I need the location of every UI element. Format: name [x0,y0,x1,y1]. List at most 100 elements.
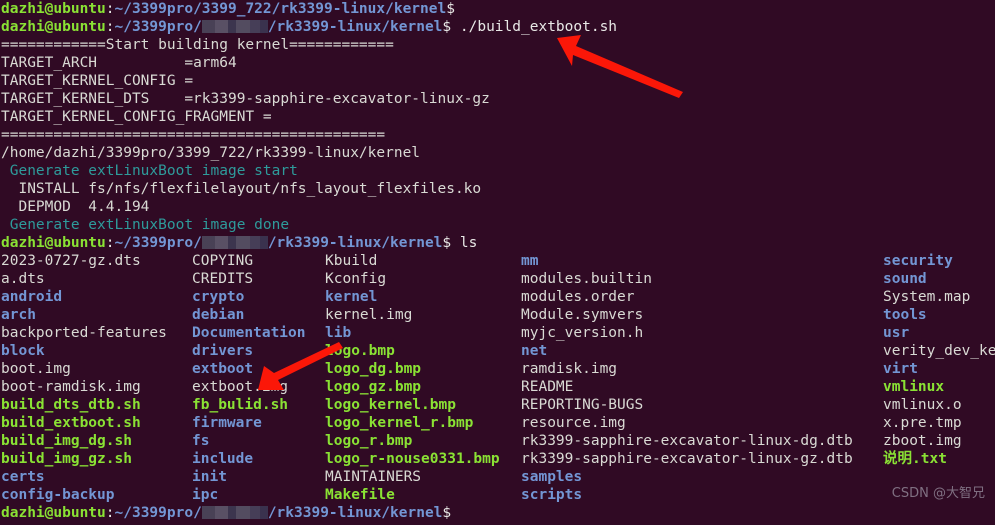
ls-entry: MAINTAINERS [325,469,422,485]
ls-entry: mm [521,253,539,269]
target-var-row: TARGET_KERNEL_CONFIG = [0,72,995,90]
ls-entry: logo_gz.bmp [325,379,422,395]
target-var-row: TARGET_KERNEL_CONFIG_FRAGMENT = [0,108,995,126]
ls-entry: fb_bulid.sh [192,397,289,413]
prompt-line-3: dazhi@ubuntu:~/3399pro/ /rk3399-linux/ker… [0,234,995,252]
prompt-line-2: dazhi@ubuntu:~/3399pro/ /rk3399-linux/ker… [0,18,995,36]
ls-entry: init [192,469,227,485]
ls-entry: rk3399-sapphire-excavator-linux-gz.dtb [521,451,853,467]
prompt-path-prefix: ~/3399pro/ [114,235,202,251]
ls-entry: REPORTING-BUGS [521,397,644,413]
prompt-sigil: $ [442,505,452,521]
prompt-path-prefix: ~/3399pro/ [114,19,202,35]
prompt-colon: : [105,235,115,251]
ls-entry: include [192,451,254,467]
ls-entry: firmware [192,415,262,431]
ls-entry: ipc [192,487,219,503]
ls-entry: usr [883,325,910,341]
ls-entry: COPYING [192,253,254,269]
ls-entry: build_extboot.sh [1,415,141,431]
ls-entry: Documentation [192,325,306,341]
ls-column: 2023-0727-gz.dts a.dts android arch backport… [1,252,167,504]
install-line: INSTALL fs/nfs/flexfilelayout/nfs_layout… [1,181,482,197]
target-var-value: =rk3399-sapphire-excavator-linux-gz [184,91,490,107]
ls-entry: drivers [192,343,254,359]
ls-entry: net [521,343,548,359]
prompt-sigil: $ [442,235,452,251]
prompt-sigil: $ [442,19,452,35]
prompt-user-host: dazhi@ubuntu [1,1,106,17]
ls-entry: android [1,289,63,305]
prompt-colon: : [105,19,115,35]
ls-entry: security [883,253,953,269]
ls-entry: backported-features [1,325,167,341]
ls-entry: build_img_gz.sh [1,451,132,467]
target-var-row: TARGET_ARCH =arm64 [0,54,995,72]
ls-entry: arch [1,307,36,323]
ls-entry: sound [883,271,927,287]
prompt-path-suffix: /rk3399-linux/kernel [267,235,443,251]
ls-entry: config-backup [1,487,115,503]
watermark: CSDN @大智兄 [891,486,985,501]
prompt-path-suffix: /rk3399-linux/kernel [267,19,443,35]
ls-entry: build_img_dg.sh [1,433,132,449]
target-var-name: TARGET_KERNEL_CONFIG_FRAGMENT [1,109,255,125]
terminal-window[interactable]: dazhi@ubuntu:~/3399pro/3399_722/rk3399-l… [0,0,995,525]
ls-entry: a.dts [1,271,45,287]
target-var-gap [149,91,184,107]
ls-entry: lib [325,325,352,341]
ls-column: security sound System.map tools usr verity_de… [883,252,995,468]
ls-entry: Makefile [325,487,395,503]
ls-output-grid: 2023-0727-gz.dts a.dts android arch backport… [0,252,995,504]
target-var-value: = [262,109,272,125]
ls-entry: 2023-0727-gz.dts [1,253,141,269]
ls-entry: tools [883,307,927,323]
command-ls: ls [459,235,478,251]
ls-column: mm modules.builtin modules.order Module.sym… [521,252,853,504]
prompt-path-prefix: ~/3399pro/ [114,505,202,521]
depmod-line: DEPMOD 4.4.194 [1,199,150,215]
ls-column: Kbuild Kconfig kernel kernel.img lib logo.bmp… [325,252,500,504]
ls-entry: CREDITS [192,271,254,287]
ls-entry: rk3399-sapphire-excavator-linux-dg.dtb [521,433,853,449]
ls-entry: scripts [521,487,583,503]
ls-entry: crypto [192,289,245,305]
ls-column: COPYING CREDITS crypto debian Documentation d… [192,252,306,504]
ls-entry: myjc_version.h [521,325,644,341]
ls-entry: Kbuild [325,253,378,269]
ls-entry: kernel.img [325,307,413,323]
target-var-name: TARGET_ARCH [1,55,98,71]
generate-done-line: Generate extLinuxBoot image done [1,217,290,233]
prompt-user-host: dazhi@ubuntu [1,235,106,251]
ls-entry: System.map [883,289,971,305]
ls-entry: logo.bmp [325,343,395,359]
banner-start: ============Start building kernel=======… [1,37,394,53]
ls-entry: boot.img [1,361,71,377]
target-var-name: TARGET_KERNEL_CONFIG [1,73,176,89]
prompt-colon: : [105,1,115,17]
ls-entry: logo_dg.bmp [325,361,422,377]
ls-entry: x.pre.tmp [883,415,962,431]
ls-entry: 说明.txt [883,451,947,467]
prompt-sigil: $ [446,1,455,17]
ls-entry: vmlinux.o [883,397,962,413]
command-build: ./build_extboot.sh [459,19,618,35]
target-var-value: = [184,73,194,89]
ls-entry: ramdisk.img [521,361,618,377]
ls-entry: samples [521,469,583,485]
generate-start-line: Generate extLinuxBoot image start [1,163,298,179]
prompt-path-suffix: /rk3399-linux/kernel [267,505,443,521]
ls-entry: verity_dev_keys.x509 [883,343,995,359]
prompt-user-host: dazhi@ubuntu [1,505,106,521]
redaction-block [201,20,268,33]
target-var-name: TARGET_KERNEL_DTS [1,91,150,107]
ls-entry: debian [192,307,245,323]
ls-entry: extboot [192,361,254,377]
target-var-gap [97,55,184,71]
prompt-line-4: dazhi@ubuntu:~/3399pro/ /rk3399-linux/ker… [0,504,995,522]
ls-entry: modules.builtin [521,271,652,287]
ls-entry: certs [1,469,45,485]
target-var-row: TARGET_KERNEL_DTS =rk3399-sapphire-excav… [0,90,995,108]
ls-entry: logo_kernel.bmp [325,397,456,413]
redaction-block [201,236,268,249]
